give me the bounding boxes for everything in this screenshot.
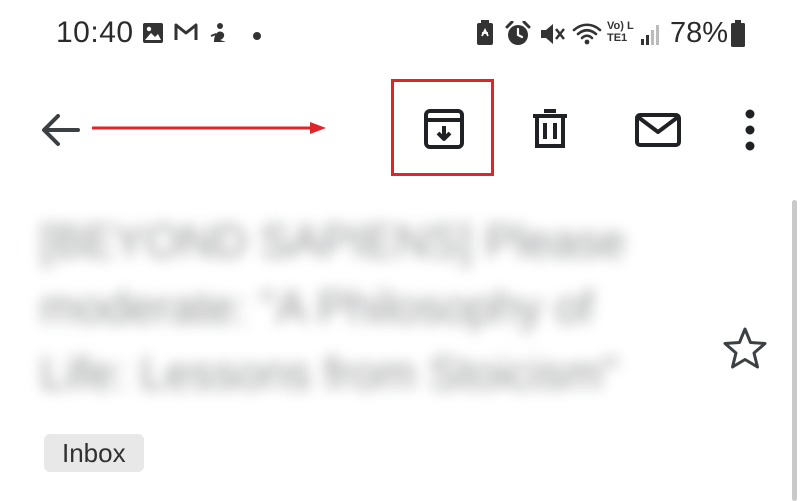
scrollbar[interactable] [792,200,797,501]
subject-line: [BEYOND SAPIENS] Please [40,215,626,267]
more-vert-icon[interactable] [743,108,757,152]
mute-icon [541,24,565,44]
message-subject: [BEYOND SAPIENS] Please moderate: "A Phi… [40,208,660,406]
subject-line: Life: Lessons from Stoicism" [40,347,619,399]
battery-icon [731,20,745,47]
mail-icon[interactable] [634,112,682,148]
star-icon[interactable] [722,326,768,370]
status-time: 10:40 [56,16,134,49]
trash-icon[interactable] [531,108,569,150]
battery-percent: 78% [670,17,729,49]
back-arrow-icon[interactable] [40,112,82,148]
inbox-label-chip[interactable]: Inbox [44,434,144,472]
annotation-highlight-box [391,79,494,176]
alarm-icon [505,21,531,45]
gmail-icon [174,23,198,40]
gmail-message-screen: 10:40 Vo) LTE1 78% [BEYOND SAPIENS] Plea… [0,0,800,501]
annotation-arrow-icon [92,122,326,134]
network-label: Vo) LTE1 [607,20,634,44]
image-icon [143,23,163,43]
wifi-icon [572,23,602,45]
dot-icon [253,32,261,40]
battery-saver-icon [477,20,493,45]
subject-line: moderate: "A Philosophy of [40,281,594,333]
app-icon [210,23,226,42]
signal-icon [641,25,659,45]
status-bar: 10:40 Vo) LTE1 78% [0,0,800,72]
